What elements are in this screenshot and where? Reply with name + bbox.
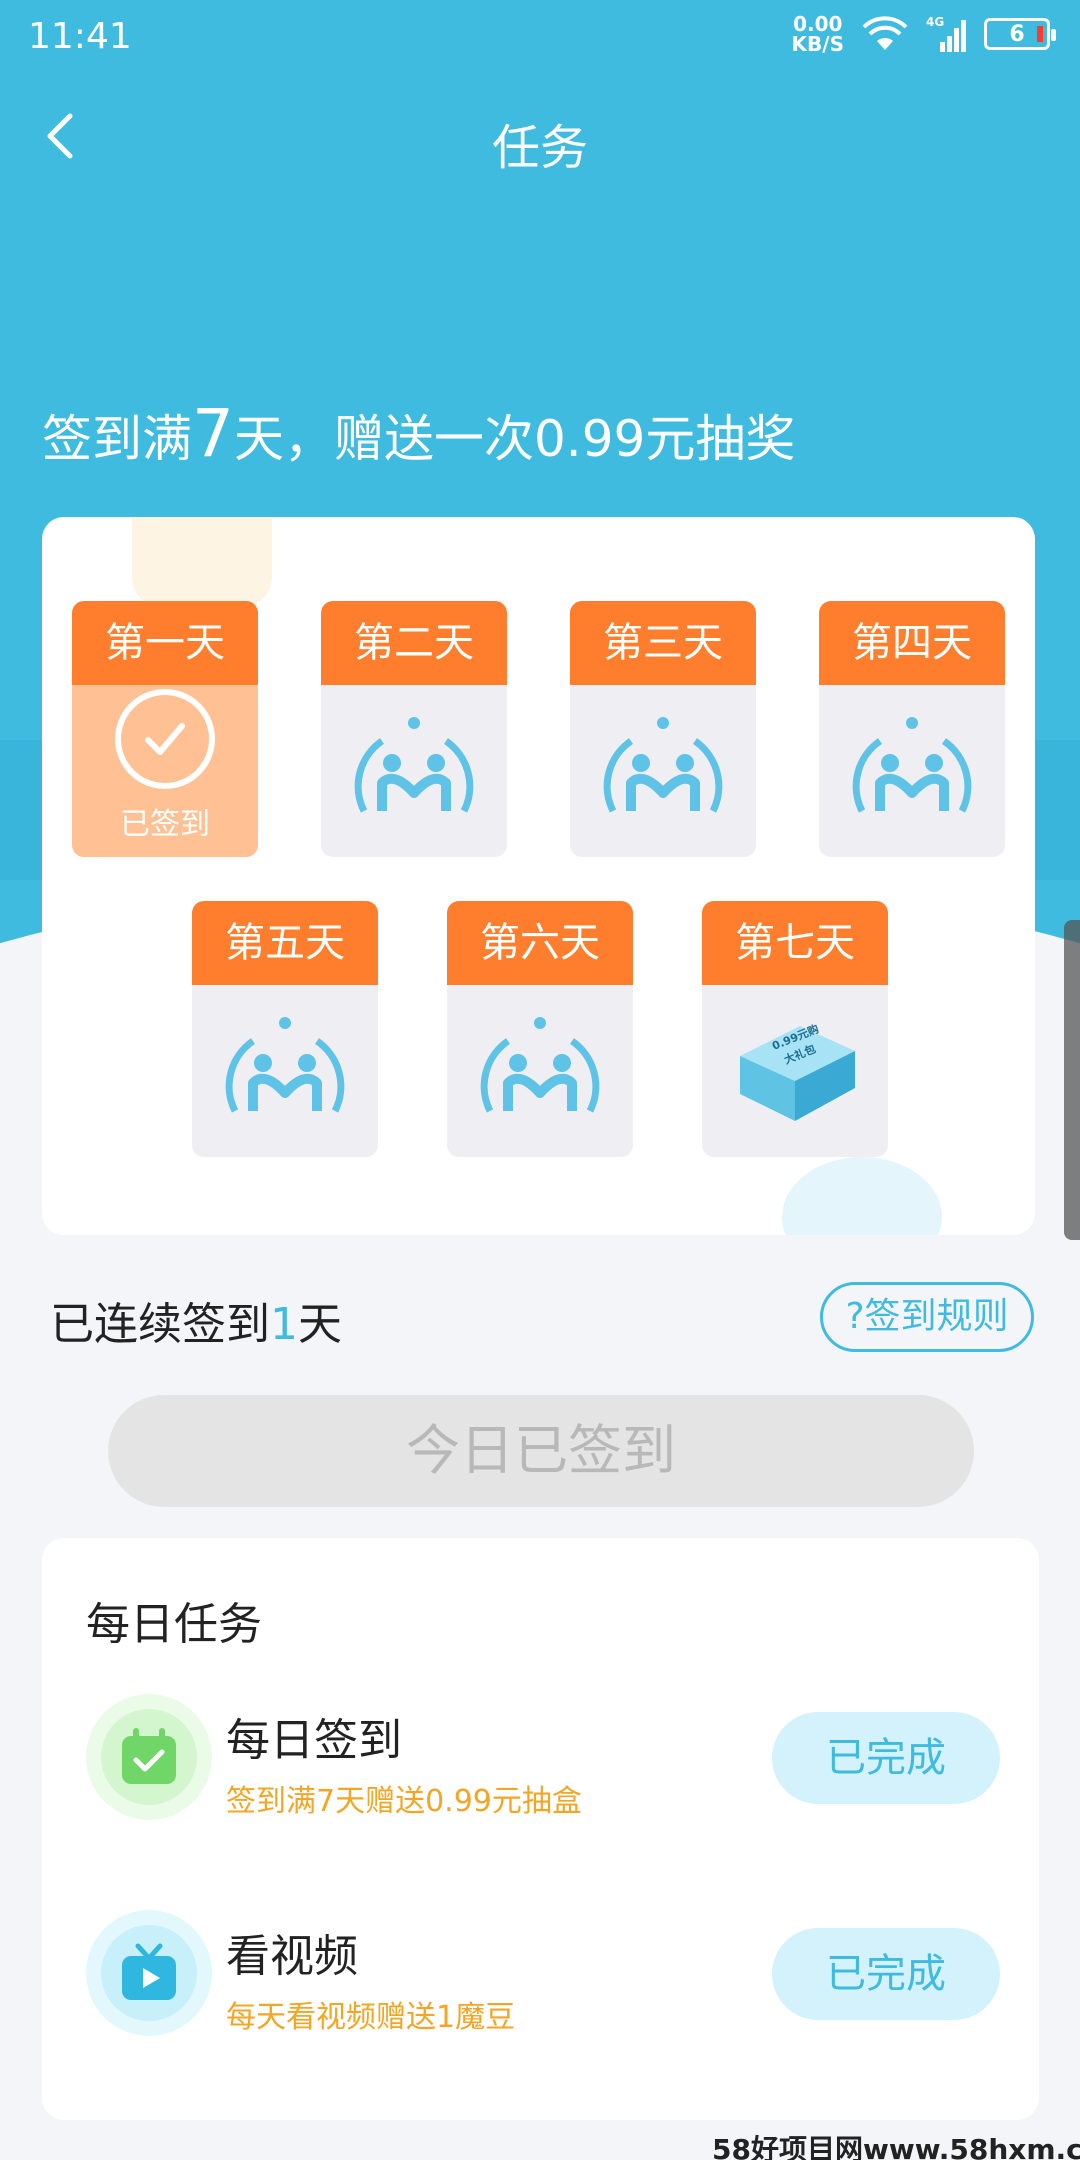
- brand-logo-icon: [354, 717, 474, 813]
- streak-suffix: 天: [298, 1299, 342, 1350]
- task-status-button[interactable]: 已完成: [772, 1712, 1000, 1804]
- check-circle-icon: [115, 689, 215, 789]
- day-label: 第二天: [321, 601, 507, 685]
- signin-rules-button[interactable]: ?签到规则: [820, 1282, 1034, 1352]
- day-card-7: 第七天 0.99元购 大礼包: [702, 901, 888, 1157]
- net-speed: 0.00 KB/S: [792, 14, 844, 54]
- brand-logo-icon: [603, 717, 723, 813]
- task-name: 看视频: [226, 1931, 358, 1982]
- signal-icon: 4G: [926, 14, 966, 54]
- task-icon-bg: [86, 1910, 212, 2036]
- status-indicators: 0.00 KB/S 4G 6: [792, 14, 1056, 54]
- status-time: 11:41: [28, 16, 132, 57]
- watermark: 58好项目网www.58hxm.com: [712, 2133, 1080, 2160]
- day-card-6: 第六天: [447, 901, 633, 1157]
- net-speed-unit: KB/S: [791, 32, 844, 56]
- day-card-5: 第五天: [192, 901, 378, 1157]
- day-label: 第六天: [447, 901, 633, 985]
- net-speed-value: 0.00: [793, 12, 843, 36]
- day-card-3: 第三天: [570, 601, 756, 857]
- task-item-watch-video: 看视频 每天看视频赠送1魔豆 已完成: [42, 1910, 1039, 2040]
- day-card-4: 第四天: [819, 601, 1005, 857]
- gift-box-icon: 0.99元购 大礼包: [740, 1021, 855, 1121]
- brand-logo-icon: [480, 1017, 600, 1113]
- headline-suffix: 天，赠送一次0.99元抽奖: [234, 410, 796, 468]
- brand-logo-icon: [225, 1017, 345, 1113]
- streak-text: 已连续签到1天: [50, 1288, 342, 1352]
- wifi-icon: [862, 16, 908, 52]
- headline-days: 7: [192, 395, 234, 472]
- day-label: 第三天: [570, 601, 756, 685]
- side-drawer-handle[interactable]: [1064, 920, 1080, 1240]
- streak-count: 1: [270, 1299, 298, 1350]
- battery-level: 6: [1009, 21, 1025, 47]
- day-card-2: 第二天: [321, 601, 507, 857]
- daily-tasks-card: 每日任务 每日签到 签到满7天赠送0.99元抽盒 已完成 看视频 每天看视频赠送…: [42, 1538, 1039, 2120]
- calendar-check-icon: [101, 1709, 197, 1805]
- page-title: 任务: [491, 120, 588, 176]
- tv-play-icon: [101, 1925, 197, 2021]
- task-status-button[interactable]: 已完成: [772, 1928, 1000, 2020]
- headline-prefix: 签到满: [42, 410, 192, 468]
- task-desc: 每天看视频赠送1魔豆: [226, 2000, 516, 2035]
- task-desc: 签到满7天赠送0.99元抽盒: [226, 1784, 582, 1819]
- day-label: 第七天: [702, 901, 888, 985]
- card-decoration: [132, 517, 272, 607]
- signin-button[interactable]: 今日已签到: [108, 1395, 974, 1507]
- day-label: 第五天: [192, 901, 378, 985]
- signed-label: 已签到: [120, 807, 210, 842]
- task-item-daily-signin: 每日签到 签到满7天赠送0.99元抽盒 已完成: [42, 1694, 1039, 1824]
- day-card-1: 第一天 已签到: [72, 601, 258, 857]
- task-icon-bg: [86, 1694, 212, 1820]
- battery-icon: 6: [984, 18, 1056, 50]
- daily-tasks-title: 每日任务: [86, 1599, 262, 1650]
- streak-prefix: 已连续签到: [50, 1299, 270, 1350]
- network-type: 4G: [926, 15, 944, 29]
- day-label: 第一天: [72, 601, 258, 685]
- day-label: 第四天: [819, 601, 1005, 685]
- signin-headline: 签到满7天，赠送一次0.99元抽奖: [42, 395, 795, 472]
- brand-logo-icon: [852, 717, 972, 813]
- card-decoration: [782, 1157, 942, 1235]
- signin-days-card: 第一天 已签到 第二天 第三天 第四天 第五天 第六天 第七天 0.99元购 大…: [42, 517, 1035, 1235]
- battery-low-indicator: [1037, 26, 1043, 42]
- status-bar: 11:41 0.00 KB/S 4G 6: [0, 0, 1080, 80]
- task-name: 每日签到: [226, 1715, 402, 1766]
